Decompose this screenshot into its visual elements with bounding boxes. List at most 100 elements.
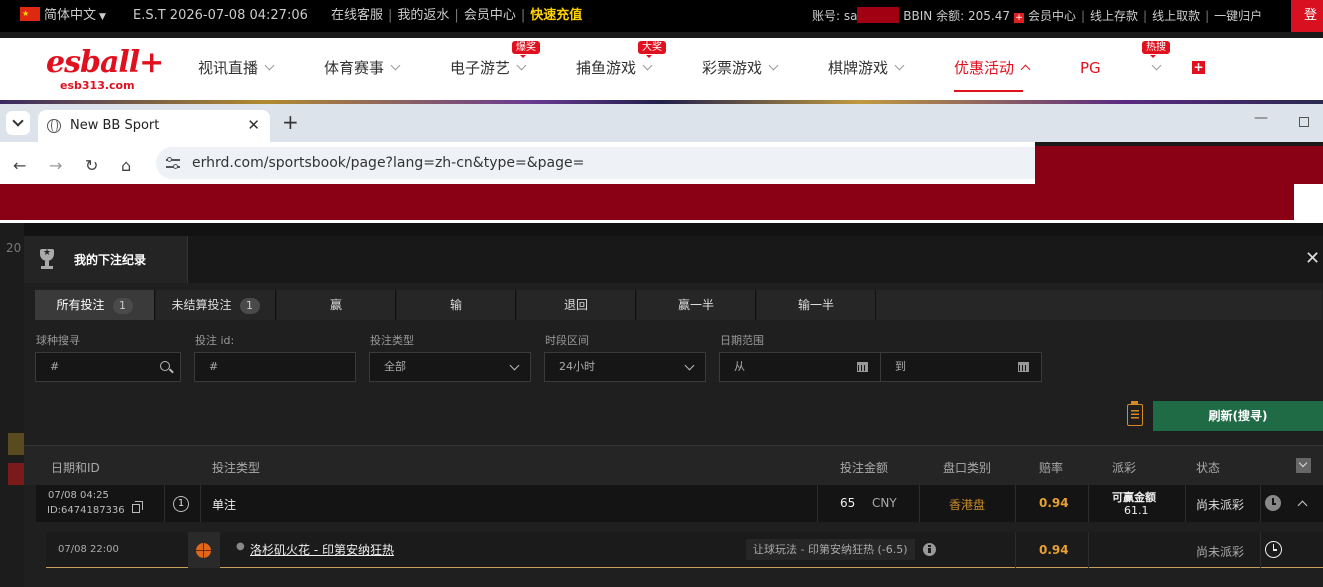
close-icon[interactable]: ✕ [1305,248,1320,269]
clock-icon [1265,495,1281,511]
tab-half-lose[interactable]: 输一半 [757,290,876,320]
site-logo[interactable]: esball+ esb313.com [46,46,164,93]
event-status: 尚未派彩 [1196,545,1245,559]
tab-search-button[interactable] [6,111,30,135]
nav-sports[interactable]: 体育赛事 [324,56,401,80]
redacted-area [1035,146,1323,184]
plus-icon[interactable]: + [1192,61,1205,74]
balance-value: 205.47 [967,9,1010,23]
tab-unsettled-bets[interactable]: 未结算投注 1 [156,290,276,320]
nav-slots[interactable]: 爆奖 电子游艺 [450,41,540,80]
period-label: 时段区间 [545,334,589,347]
nav-fishing[interactable]: 大奖 捕鱼游戏 [576,41,666,80]
reload-icon[interactable]: ↻ [85,156,98,175]
handicap-label: 让球玩法 - 印第安纳狂热 (-6.5) [746,539,915,560]
link-quick-recharge[interactable]: 快速充值 [530,8,582,23]
tab-refund[interactable]: 退回 [517,290,636,320]
main-nav: esball+ esb313.com 视讯直播 体育赛事 爆奖 电子游艺 大奖 捕鱼… [0,38,1323,100]
link-member-center-2[interactable]: 会员中心 [1028,9,1076,23]
add-balance-icon[interactable]: + [1013,13,1024,23]
bet-id-input[interactable]: # [194,352,356,382]
date-to-input[interactable]: 到 [880,352,1042,382]
bet-type-select[interactable]: 全部 [369,352,531,382]
language-selector[interactable]: 简体中文▼ [20,0,106,32]
col-odds-type: 盘口类别 [943,461,992,475]
tab-half-win[interactable]: 赢一半 [637,290,756,320]
address-bar: ← → ↻ ⌂ erhrd.com/sportsbook/page?lang=z… [0,142,1035,184]
table-header: 日期和ID 投注类型 投注金额 盘口类别 赔率 派彩 状态 [24,445,1323,485]
odds-type-value: 香港盘 [949,498,986,512]
home-icon[interactable]: ⌂ [121,156,131,175]
bet-history-modal: ★ 我的下注纪录 ✕ 所有投注 1 未结算投注 1 赢 输 退回 赢一半 输一半 球… [24,236,1323,587]
match-link[interactable]: 洛杉矶火花 - 印第安纳狂热 [250,541,394,558]
link-my-rebate[interactable]: 我的返水 [397,8,449,23]
back-icon[interactable]: ← [13,156,26,175]
clipboard-icon[interactable] [1127,401,1143,426]
leg-count-badge: 1 [173,496,189,512]
chevron-down-icon [516,60,527,71]
forward-icon[interactable]: → [49,156,62,175]
bet-currency: CNY [872,496,897,510]
nav-hot-search[interactable]: 热搜 [1142,41,1170,80]
calendar-icon[interactable] [857,362,868,372]
chevron-down-icon [684,360,695,371]
minimize-icon[interactable]: — [1254,110,1268,126]
hot-search-badge: 热搜 [1142,41,1170,58]
tab-lose[interactable]: 输 [397,290,516,320]
tab-win[interactable]: 赢 [277,290,396,320]
collapse-all-button[interactable] [1296,458,1311,473]
count-badge: 1 [112,298,133,314]
new-tab-icon[interactable]: + [282,110,299,134]
chevron-up-icon [1020,64,1031,75]
site-settings-icon[interactable] [166,156,180,170]
chevron-down-icon [509,360,520,371]
url-text: erhrd.com/sportsbook/page?lang=zh-cn&typ… [192,155,585,171]
info-icon[interactable] [923,543,936,556]
col-bet-type: 投注类型 [212,461,261,475]
trophy-icon: ★ [35,247,59,271]
nav-pg[interactable]: PG [1080,56,1101,80]
event-time: 07/08 22:00 [58,544,119,555]
browser-tab-strip: New BB Sport ✕ + — [0,104,1323,142]
sport-search-input[interactable]: # [35,352,181,382]
modal-title: 我的下注纪录 [74,253,147,267]
col-payout: 派彩 [1112,461,1137,475]
refresh-search-button[interactable]: 刷新(搜寻) [1153,401,1323,431]
nav-chess-cards[interactable]: 棋牌游戏 [828,56,905,80]
calendar-icon[interactable] [1018,362,1029,372]
login-button[interactable]: 登 [1291,0,1323,32]
date-from-input[interactable]: 从 [719,352,881,382]
globe-icon [47,119,61,133]
nav-lottery[interactable]: 彩票游戏 [702,56,779,80]
browser-tab[interactable]: New BB Sport ✕ [38,110,270,142]
link-online-withdraw[interactable]: 线上取款 [1152,9,1200,23]
payout-value: 61.1 [1124,504,1149,517]
bet-id-label: 投注 id: [195,334,235,347]
table-row[interactable]: 07/08 04:25 ID:6474187336 1 单注 65 CNY 香港… [36,485,1323,522]
chevron-down-icon [642,60,653,71]
link-online-service[interactable]: 在线客服 [331,8,383,23]
maximize-icon[interactable] [1299,117,1309,127]
link-member-center[interactable]: 会员中心 [464,8,516,23]
chevron-down-icon [1151,60,1162,71]
bet-date: 07/08 04:25 [48,490,109,501]
url-field[interactable]: erhrd.com/sportsbook/page?lang=zh-cn&typ… [156,147,1035,179]
bet-amount: 65 [840,496,856,510]
clock-icon [1265,541,1282,558]
tab-all-bets[interactable]: 所有投注 1 [35,290,155,320]
tab-title: New BB Sport [70,118,160,133]
close-tab-icon[interactable]: ✕ [247,116,260,134]
odds-value: 0.94 [1039,496,1069,510]
chevron-down-icon [390,60,401,71]
link-online-deposit[interactable]: 线上存款 [1090,9,1138,23]
bullet-dot: ● [236,541,245,552]
search-icon[interactable] [160,361,170,371]
nav-promotions[interactable]: 优惠活动 [954,56,1031,92]
period-select[interactable]: 24小时 [544,352,706,382]
copy-icon[interactable] [132,501,143,513]
chevron-down-icon [894,60,905,71]
nav-live-video[interactable]: 视讯直播 [198,56,275,80]
chevron-down-icon [768,60,779,71]
col-odds: 赔率 [1039,461,1064,475]
link-one-click-transfer[interactable]: 一键归户 [1214,9,1262,23]
